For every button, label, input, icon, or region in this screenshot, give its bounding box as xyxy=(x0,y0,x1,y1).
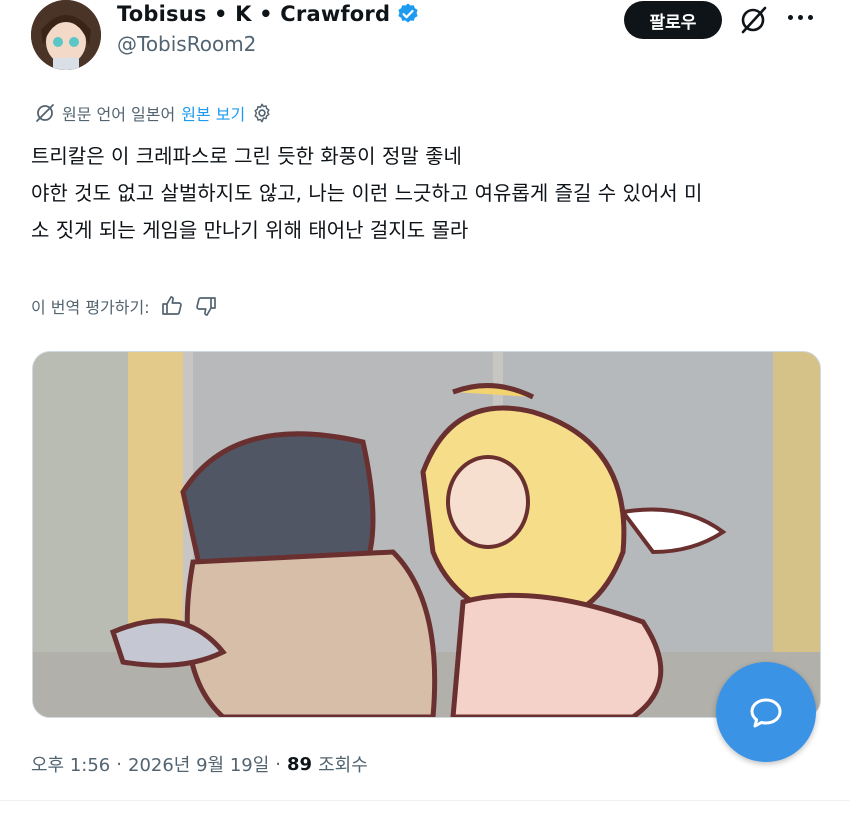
anime-illustration xyxy=(33,352,820,717)
reply-button[interactable] xyxy=(716,662,816,762)
handle[interactable]: @TobisRoom2 xyxy=(117,32,420,56)
view-original-link[interactable]: 원본 보기 xyxy=(181,101,245,125)
divider xyxy=(0,800,850,801)
avatar[interactable] xyxy=(31,0,101,70)
verified-badge-icon xyxy=(398,3,418,23)
display-name[interactable]: Tobisus • K • Crawford xyxy=(117,2,390,26)
gear-icon[interactable] xyxy=(251,102,273,124)
more-icon[interactable] xyxy=(788,10,816,24)
translation-header: 원문 언어 일본어 원본 보기 xyxy=(34,101,273,125)
separator: · xyxy=(116,753,122,775)
source-language-text: 원문 언어 일본어 xyxy=(62,105,176,124)
translate-globe-icon xyxy=(36,104,54,122)
views-count: 89 xyxy=(287,753,313,775)
tweet-line: 트리칼은 이 크레파스로 그린 듯한 화풍이 정말 좋네 xyxy=(31,144,462,168)
tweet-timestamp: 오후 1:56 · 2026년 9월 19일 · 89 조회수 xyxy=(31,751,368,777)
thumbs-up-icon[interactable] xyxy=(160,294,184,318)
time[interactable]: 오후 1:56 xyxy=(31,751,110,777)
reply-bubble-icon xyxy=(750,698,782,728)
tweet-line: 소 짓게 되는 게임을 만나기 위해 태어난 걸지도 몰라 xyxy=(31,218,469,242)
rate-translation-label: 이 번역 평가하기: xyxy=(31,298,150,317)
tweet-media-image[interactable] xyxy=(32,351,821,718)
views-label: 조회수 xyxy=(318,755,368,776)
grok-icon[interactable] xyxy=(738,5,768,35)
thumbs-down-icon[interactable] xyxy=(194,294,218,318)
tweet-line: 야한 것도 없고 살벌하지도 않고, 나는 이런 느긋하고 여유롭게 즐길 수 … xyxy=(31,181,703,205)
follow-button[interactable]: 팔로우 xyxy=(624,1,722,39)
date[interactable]: 2026년 9월 19일 xyxy=(128,751,269,777)
tweet-text: 트리칼은 이 크레파스로 그린 듯한 화풍이 정말 좋네 야한 것도 없고 살벌… xyxy=(31,138,821,249)
separator: · xyxy=(275,753,282,775)
rate-translation-row: 이 번역 평가하기: xyxy=(31,294,218,318)
author-block: Tobisus • K • Crawford @TobisRoom2 xyxy=(117,2,420,56)
